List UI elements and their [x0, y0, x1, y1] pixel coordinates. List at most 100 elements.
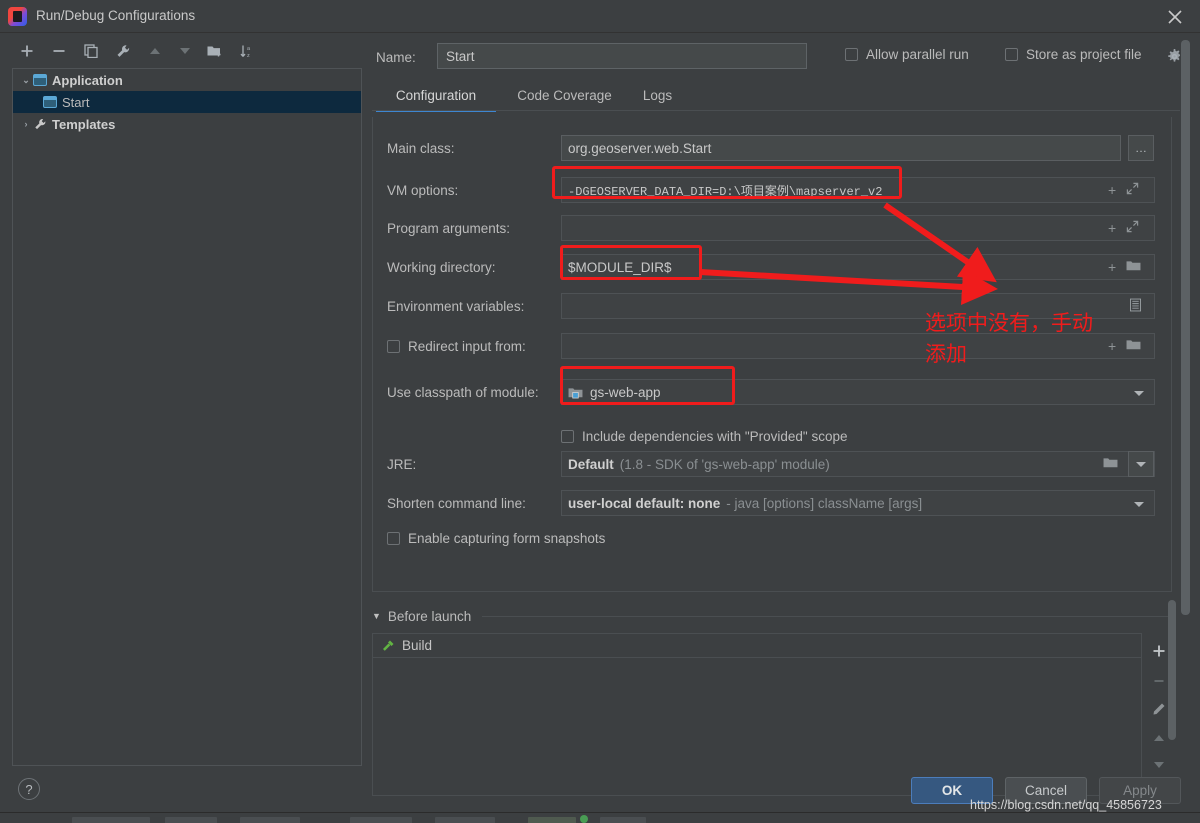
configurations-tree[interactable]: ⌄ Application Start › Templates: [12, 68, 362, 766]
svg-text:a: a: [247, 46, 251, 52]
plus-icon[interactable]: +: [1108, 338, 1116, 354]
window-title: Run/Debug Configurations: [36, 8, 195, 23]
main-class-browse-button[interactable]: …: [1128, 135, 1154, 161]
before-launch-scrollbar-thumb[interactable]: [1168, 600, 1176, 740]
move-down-button[interactable]: [172, 38, 198, 64]
tab-code-coverage[interactable]: Code Coverage: [502, 82, 627, 110]
wrench-icon: [33, 118, 47, 131]
main-class-value: org.geoserver.web.Start: [568, 141, 711, 156]
jre-dropdown-button[interactable]: [1128, 451, 1154, 477]
run-status-indicator: [580, 815, 588, 823]
run-debug-configurations-dialog: Run/Debug Configurations: [0, 0, 1200, 823]
configuration-form: Main class: org.geoserver.web.Start … VM…: [372, 117, 1172, 592]
tabs-divider: [372, 110, 1182, 111]
chevron-right-icon[interactable]: ›: [19, 119, 33, 129]
application-icon: [43, 96, 57, 108]
working-directory-adornments: +: [1108, 254, 1141, 280]
chevron-down-icon[interactable]: ⌄: [19, 75, 33, 86]
close-icon[interactable]: [1164, 6, 1186, 28]
add-configuration-button[interactable]: [14, 38, 40, 64]
intellij-idea-logo-icon: [8, 7, 27, 26]
chevron-down-icon[interactable]: [1134, 391, 1144, 396]
help-button[interactable]: ?: [18, 778, 40, 800]
tree-item-label: Start: [62, 95, 89, 110]
environment-variables-input[interactable]: [561, 293, 1155, 319]
program-arguments-input[interactable]: [561, 215, 1155, 241]
jre-folder-button[interactable]: [1103, 451, 1118, 477]
checkbox-box[interactable]: [845, 48, 858, 61]
tab-configuration[interactable]: Configuration: [376, 82, 496, 110]
main-class-label: Main class:: [387, 141, 455, 156]
chevron-down-icon[interactable]: [1134, 502, 1144, 507]
configurations-toolbar: a z: [10, 38, 362, 68]
checkbox-box[interactable]: [387, 532, 400, 545]
vm-options-input[interactable]: -DGEOSERVER_DATA_DIR=D:\项目案例\mapserver_v…: [561, 177, 1155, 203]
help-icon: ?: [25, 782, 32, 797]
tree-item-application[interactable]: ⌄ Application: [13, 69, 361, 91]
enable-capturing-form-snapshots-checkbox[interactable]: Enable capturing form snapshots: [387, 531, 605, 546]
redirect-input-checkbox[interactable]: Redirect input from:: [387, 339, 526, 354]
move-up-button[interactable]: [142, 38, 168, 64]
tab-logs[interactable]: Logs: [630, 82, 685, 110]
tree-item-start[interactable]: Start: [13, 91, 361, 113]
allow-parallel-run-checkbox[interactable]: Allow parallel run: [845, 47, 969, 62]
folder-icon[interactable]: [1126, 259, 1141, 275]
shorten-command-line-combo[interactable]: user-local default: none - java [options…: [561, 490, 1155, 516]
redirect-input-adornments: +: [1108, 333, 1141, 359]
include-provided-scope-label: Include dependencies with "Provided" sco…: [582, 429, 848, 444]
working-directory-input[interactable]: $MODULE_DIR$: [561, 254, 1155, 280]
edit-templates-wrench-icon[interactable]: [110, 38, 136, 64]
main-class-input[interactable]: org.geoserver.web.Start: [561, 135, 1121, 161]
name-input[interactable]: [437, 43, 807, 69]
shorten-command-line-value: user-local default: none: [568, 496, 720, 511]
working-directory-value: $MODULE_DIR$: [568, 260, 672, 275]
checkbox-box[interactable]: [1005, 48, 1018, 61]
before-launch-title: Before launch: [388, 609, 471, 624]
use-classpath-of-module-combo[interactable]: gs-web-app: [561, 379, 1155, 405]
tab-label: Configuration: [396, 88, 476, 103]
program-arguments-label: Program arguments:: [387, 221, 510, 236]
plus-icon[interactable]: +: [1108, 182, 1116, 198]
vm-options-label: VM options:: [387, 183, 458, 198]
triangle-down-icon[interactable]: ▼: [372, 611, 381, 621]
remove-configuration-button[interactable]: [46, 38, 72, 64]
allow-parallel-run-label: Allow parallel run: [866, 47, 969, 62]
folder-icon[interactable]: [1126, 338, 1141, 354]
expand-icon[interactable]: [1126, 220, 1139, 236]
vertical-scrollbar-thumb[interactable]: [1181, 40, 1190, 615]
redirect-input-field[interactable]: [561, 333, 1155, 359]
tab-label: Logs: [643, 88, 672, 103]
shorten-command-line-label: Shorten command line:: [387, 496, 526, 511]
plus-icon[interactable]: +: [1108, 259, 1116, 275]
plus-icon[interactable]: +: [1108, 220, 1116, 236]
before-launch-header[interactable]: ▼ Before launch: [372, 606, 1172, 626]
program-arguments-adornments: +: [1108, 215, 1139, 241]
jre-combo[interactable]: Default (1.8 - SDK of 'gs-web-app' modul…: [561, 451, 1155, 477]
before-launch-task-list[interactable]: Build: [372, 633, 1142, 796]
before-launch-divider: [482, 616, 1172, 617]
include-provided-scope-checkbox[interactable]: Include dependencies with "Provided" sco…: [561, 429, 848, 444]
jre-value: Default: [568, 457, 614, 472]
ide-bottom-toolbar: [0, 812, 1200, 823]
before-launch-task-row[interactable]: Build: [373, 634, 1141, 658]
ok-label: OK: [942, 783, 962, 798]
checkbox-box[interactable]: [561, 430, 574, 443]
tree-item-label: Application: [52, 73, 123, 88]
jre-hint: (1.8 - SDK of 'gs-web-app' module): [620, 457, 830, 472]
expand-icon[interactable]: [1126, 182, 1139, 198]
configuration-editor-pane: Name: Allow parallel run Store as projec…: [372, 38, 1182, 766]
copy-configuration-button[interactable]: [78, 38, 104, 64]
environment-variables-label: Environment variables:: [387, 299, 524, 314]
tree-item-label: Templates: [52, 117, 115, 132]
list-icon[interactable]: [1130, 298, 1141, 315]
working-directory-label: Working directory:: [387, 260, 496, 275]
application-icon: [33, 74, 47, 86]
sort-configurations-button[interactable]: a z: [234, 38, 260, 64]
store-as-project-file-checkbox[interactable]: Store as project file: [1005, 47, 1142, 62]
new-folder-button[interactable]: [202, 38, 228, 64]
use-classpath-of-module-label: Use classpath of module:: [387, 385, 539, 400]
folder-icon[interactable]: [1103, 456, 1118, 472]
tree-item-templates[interactable]: › Templates: [13, 113, 361, 135]
move-task-down-button[interactable]: [1147, 753, 1171, 777]
checkbox-box[interactable]: [387, 340, 400, 353]
